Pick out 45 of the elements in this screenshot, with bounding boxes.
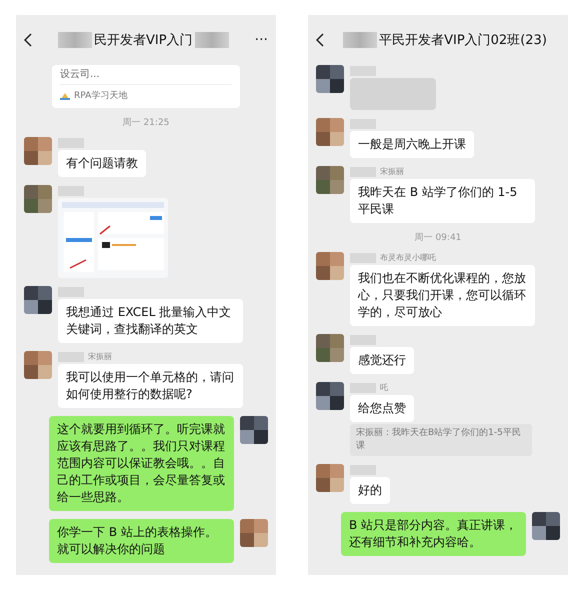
timestamp: 周一 09:41 bbox=[414, 232, 462, 244]
message-bubble: 有个问题请教 bbox=[58, 150, 146, 177]
avatar[interactable] bbox=[316, 382, 344, 410]
quoted-message: 宋振丽：我昨天在B站学了你们的1-5平民课 bbox=[350, 424, 532, 456]
card-text: 设云司... bbox=[60, 67, 232, 85]
back-icon[interactable] bbox=[24, 33, 32, 47]
avatar[interactable] bbox=[316, 65, 344, 93]
sender-name: 布灵布灵小哪吒 bbox=[380, 252, 436, 263]
message-bubble: 我们也在不断优化课程的，您放心，只要我们开课，您可以循环学的，尽可放心 bbox=[350, 265, 535, 326]
avatar[interactable] bbox=[24, 185, 52, 213]
avatar[interactable] bbox=[24, 351, 52, 379]
blurred-area bbox=[58, 32, 92, 48]
message-bubble: B 站只是部分内容。真正讲课，还有细节和补充内容哈。 bbox=[341, 512, 526, 556]
blurred-area bbox=[343, 32, 378, 48]
sender-name: 宋振丽 bbox=[88, 351, 112, 362]
avatar[interactable] bbox=[316, 166, 344, 194]
message-bubble: 感觉还行 bbox=[350, 347, 414, 374]
mini-program-icon bbox=[60, 92, 70, 100]
message-bubble: 给您点赞 bbox=[350, 395, 414, 422]
avatar[interactable] bbox=[24, 137, 52, 165]
message-bubble: 这个就要用到循环了。听完课就应该有思路了。。我们只对课程范围内容可以保证教会哦。。自己的工作或项目，会尽量答复或给一些思路。 bbox=[49, 416, 234, 511]
avatar[interactable] bbox=[316, 464, 344, 492]
message-bubble: 我想通过 EXCEL 批量输入中文关键词，查找翻译的英文 bbox=[58, 299, 243, 343]
sender-name: 吒 bbox=[380, 382, 388, 393]
sender-name: 宋振丽 bbox=[380, 166, 404, 177]
avatar[interactable] bbox=[240, 416, 268, 444]
blurred-area bbox=[194, 32, 229, 48]
more-button[interactable]: ··· bbox=[254, 32, 268, 48]
avatar[interactable] bbox=[532, 512, 560, 540]
card-source: RPA学习天地 bbox=[74, 90, 128, 102]
message-bubble: 你学一下 B 站上的表格操作。就可以解决你的问题 bbox=[49, 519, 234, 563]
avatar[interactable] bbox=[316, 118, 344, 146]
link-card[interactable]: 设云司... RPA学习天地 bbox=[52, 65, 240, 108]
message-bubble: 一般是周六晚上开课 bbox=[350, 131, 474, 158]
chat-title: 平民开发者VIP入门02班(23) bbox=[379, 32, 547, 49]
timestamp: 周一 21:25 bbox=[122, 117, 170, 129]
message-bubble: 我可以使用一个单元格的，请问如何使用整行的数据呢? bbox=[58, 364, 243, 408]
message-bubble: 我昨天在 B 站学了你们的 1-5 平民课 bbox=[350, 179, 535, 223]
chat-title: 民开发者VIP入门 bbox=[94, 32, 193, 49]
back-icon[interactable] bbox=[316, 33, 324, 47]
message-bubble: 好的 bbox=[350, 477, 390, 504]
avatar[interactable] bbox=[240, 519, 268, 547]
avatar[interactable] bbox=[316, 252, 344, 280]
avatar[interactable] bbox=[316, 334, 344, 362]
avatar[interactable] bbox=[24, 286, 52, 314]
